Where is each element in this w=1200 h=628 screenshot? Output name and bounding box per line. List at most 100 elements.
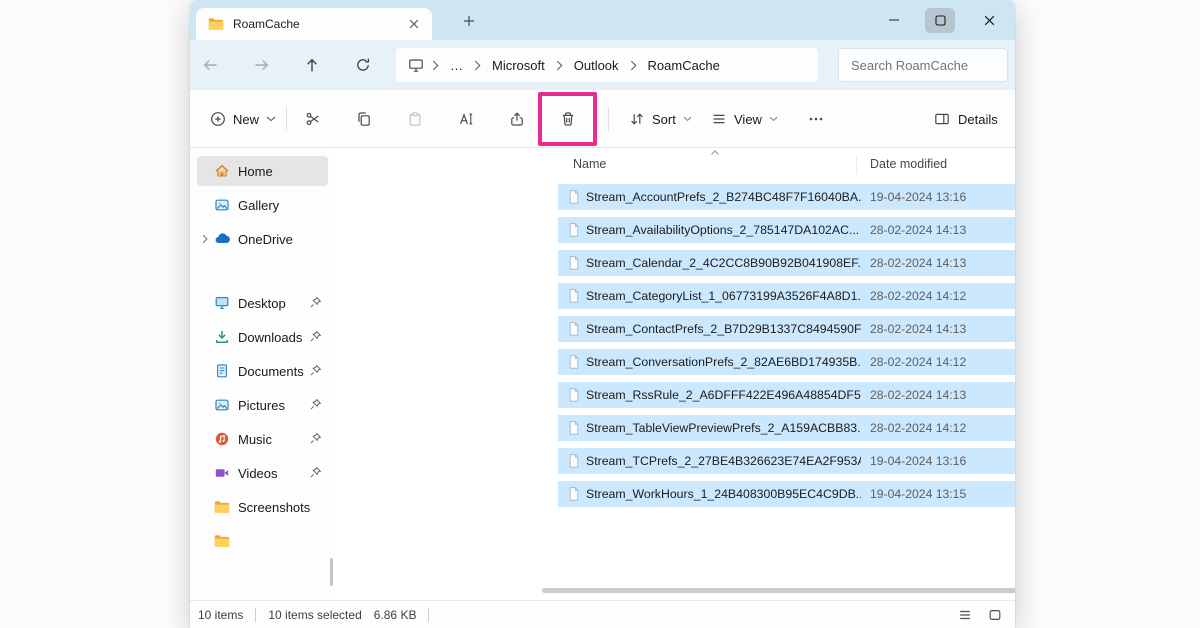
minimize-button[interactable] <box>871 0 917 40</box>
plus-circle-icon <box>210 111 226 127</box>
rename-button[interactable] <box>446 99 486 139</box>
file-row[interactable]: Stream_TCPrefs_2_27BE4B326623E74EA2F953A… <box>558 448 1015 474</box>
up-button[interactable] <box>296 49 328 81</box>
file-row[interactable]: Stream_RssRule_2_A6DFFF422E496A48854DF5F… <box>558 382 1015 408</box>
details-view-button[interactable] <box>953 605 977 625</box>
file-icon <box>566 189 582 205</box>
videos-icon <box>213 465 231 481</box>
sidebar-item-downloads[interactable]: Downloads <box>197 322 328 352</box>
details-pane-button[interactable]: Details <box>926 101 1006 137</box>
file-row[interactable]: Stream_ConversationPrefs_2_82AE6BD174935… <box>558 349 1015 375</box>
more-options-button[interactable] <box>798 101 834 137</box>
breadcrumb-item-roamcache[interactable]: RoamCache <box>641 55 727 76</box>
sidebar-item-music[interactable]: Music <box>197 424 328 454</box>
sidebar-item-label: Pictures <box>238 398 285 413</box>
maximize-button[interactable] <box>917 0 963 40</box>
close-icon <box>409 19 419 29</box>
file-row[interactable]: Stream_CategoryList_1_06773199A3526F4A8D… <box>558 283 1015 309</box>
paste-button[interactable] <box>395 99 435 139</box>
desktop-icon <box>213 295 231 311</box>
search-input[interactable] <box>849 57 997 74</box>
sidebar-group-gap <box>190 258 335 288</box>
status-bar: 10 items 10 items selected 6.86 KB <box>190 600 1015 628</box>
view-button[interactable]: View <box>702 101 787 137</box>
file-name: Stream_Calendar_2_4C2CC8B90B92B041908EF.… <box>586 256 861 270</box>
column-header-date-modified[interactable]: Date modified <box>870 157 947 171</box>
sidebar-item-gallery[interactable]: Gallery <box>197 190 328 220</box>
sort-icon <box>629 111 645 127</box>
file-date-modified: 28-02-2024 14:13 <box>870 388 966 402</box>
large-icons-view-button[interactable] <box>983 605 1007 625</box>
horizontal-scrollbar[interactable] <box>542 588 1015 593</box>
command-bar: New <box>190 90 1015 148</box>
sidebar-item-label: OneDrive <box>238 232 293 247</box>
view-icon <box>711 111 727 127</box>
pin-icon <box>309 364 322 377</box>
new-tab-button[interactable] <box>458 10 480 32</box>
sidebar-item-home[interactable]: Home <box>197 156 328 186</box>
file-date-modified: 19-04-2024 13:16 <box>870 454 966 468</box>
breadcrumb-collapsed[interactable]: … <box>443 55 470 76</box>
up-arrow-icon <box>304 57 320 74</box>
sidebar-scrollbar[interactable] <box>330 558 333 586</box>
sort-button-label: Sort <box>652 112 676 127</box>
column-headers: Name Date modified Type Size <box>540 148 1015 182</box>
address-bar[interactable]: … Microsoft Outlook RoamCache <box>396 48 818 82</box>
chevron-right-icon <box>628 60 639 71</box>
column-divider[interactable] <box>856 156 857 174</box>
sidebar-item-onedrive[interactable]: OneDrive <box>197 224 328 254</box>
file-row[interactable]: Stream_TableViewPreviewPrefs_2_A159ACBB8… <box>558 415 1015 441</box>
file-name: Stream_WorkHours_1_24B408300B95EC4C9DB..… <box>586 487 861 501</box>
file-row[interactable]: Stream_AvailabilityOptions_2_785147DA102… <box>558 217 1015 243</box>
new-button-label: New <box>233 112 259 127</box>
file-rows: Stream_AccountPrefs_2_B274BC48F7F16040BA… <box>540 184 1015 514</box>
copy-button[interactable] <box>344 99 384 139</box>
column-header-name[interactable]: Name <box>573 157 606 171</box>
breadcrumb-item-outlook[interactable]: Outlook <box>567 55 626 76</box>
back-arrow-icon <box>202 57 219 73</box>
selection-count: 10 items selected <box>268 608 361 622</box>
file-row[interactable]: Stream_ContactPrefs_2_B7D29B1337C8494590… <box>558 316 1015 342</box>
cut-button[interactable] <box>293 99 333 139</box>
close-window-button[interactable] <box>963 0 1015 40</box>
home-icon <box>213 163 231 179</box>
explorer-tab[interactable]: RoamCache <box>196 8 432 40</box>
file-date-modified: 28-02-2024 14:13 <box>870 256 966 270</box>
sidebar-item-screenshots[interactable]: Screenshots <box>197 492 328 522</box>
refresh-button[interactable] <box>347 49 379 81</box>
chevron-down-icon <box>769 116 778 122</box>
tab-title: RoamCache <box>233 17 404 31</box>
sidebar-item-documents[interactable]: Documents <box>197 356 328 386</box>
item-count: 10 items <box>198 608 243 622</box>
file-row[interactable]: Stream_AccountPrefs_2_B274BC48F7F16040BA… <box>558 184 1015 210</box>
sidebar-item-folder[interactable] <box>197 526 328 556</box>
forward-arrow-icon <box>253 57 270 73</box>
file-list-pane: Name Date modified Type Size Stream_Acco… <box>540 148 1015 600</box>
toolbar-divider <box>286 107 287 131</box>
file-date-modified: 28-02-2024 14:12 <box>870 289 966 303</box>
tab-close-button[interactable] <box>404 14 424 34</box>
maximize-button-highlight <box>925 8 955 33</box>
documents-icon <box>213 363 231 379</box>
delete-button[interactable] <box>548 99 588 139</box>
breadcrumb-item-microsoft[interactable]: Microsoft <box>485 55 552 76</box>
chevron-right-icon <box>430 60 441 71</box>
file-name: Stream_TCPrefs_2_27BE4B326623E74EA2F953A… <box>586 454 861 468</box>
share-button[interactable] <box>497 99 537 139</box>
file-row[interactable]: Stream_Calendar_2_4C2CC8B90B92B041908EF.… <box>558 250 1015 276</box>
file-date-modified: 28-02-2024 14:12 <box>870 355 966 369</box>
file-name: Stream_ContactPrefs_2_B7D29B1337C8494590… <box>586 322 861 336</box>
back-button[interactable] <box>194 49 226 81</box>
sidebar-item-pictures[interactable]: Pictures <box>197 390 328 420</box>
chevron-right-icon <box>472 60 483 71</box>
sort-button[interactable]: Sort <box>620 101 701 137</box>
sidebar-item-desktop[interactable]: Desktop <box>197 288 328 318</box>
forward-button[interactable] <box>245 49 277 81</box>
file-icon <box>566 486 582 502</box>
file-row[interactable]: Stream_WorkHours_1_24B408300B95EC4C9DB..… <box>558 481 1015 507</box>
file-icon <box>566 453 582 469</box>
expand-chevron-icon[interactable] <box>197 234 213 244</box>
new-button[interactable]: New <box>200 101 286 137</box>
sidebar-item-label: Downloads <box>238 330 302 345</box>
sidebar-item-videos[interactable]: Videos <box>197 458 328 488</box>
